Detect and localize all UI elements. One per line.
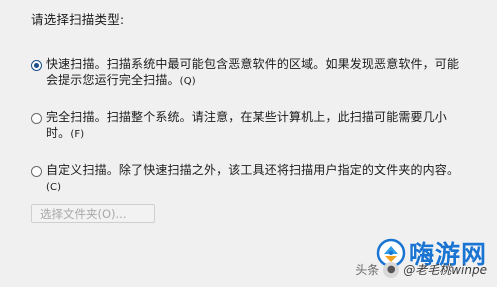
custom-scan-text: 自定义扫描。除了快速扫描之外，该工具还将扫描用户指定的文件夹的内容。 — [46, 163, 460, 177]
watermark-avatar-icon: ● — [383, 261, 400, 278]
custom-scan-option[interactable]: 自定义扫描。除了快速扫描之外，该工具还将扫描用户指定的文件夹的内容。 (C) — [31, 162, 471, 196]
custom-scan-radio[interactable] — [31, 166, 42, 177]
watermark-author: @老毛桃winpe — [403, 263, 487, 277]
quick-scan-label[interactable]: 快速扫描。扫描系统中最可能包含恶意软件的区域。如果发现恶意软件，可能会提示您运行… — [46, 56, 471, 90]
custom-scan-label[interactable]: 自定义扫描。除了快速扫描之外，该工具还将扫描用户指定的文件夹的内容。 (C) — [46, 162, 471, 196]
watermark-source: 头条 — [355, 263, 380, 277]
select-folder-button: 选择文件夹(O)... — [31, 204, 155, 223]
quick-scan-radio[interactable] — [31, 60, 42, 71]
full-scan-label[interactable]: 完全扫描。扫描整个系统。请注意，在某些计算机上，此扫描可能需要几小时。(F) — [46, 109, 471, 143]
full-scan-radio[interactable] — [31, 113, 42, 124]
watermark: 头条 ● @老毛桃winpe — [355, 261, 487, 278]
quick-scan-option[interactable]: 快速扫描。扫描系统中最可能包含恶意软件的区域。如果发现恶意软件，可能会提示您运行… — [31, 56, 471, 90]
custom-scan-accel: (C) — [46, 182, 62, 193]
full-scan-accel: (F) — [70, 129, 85, 140]
full-scan-text: 完全扫描。扫描整个系统。请注意，在某些计算机上，此扫描可能需要几小时。 — [46, 110, 447, 140]
full-scan-option[interactable]: 完全扫描。扫描整个系统。请注意，在某些计算机上，此扫描可能需要几小时。(F) — [31, 109, 471, 143]
quick-scan-text: 快速扫描。扫描系统中最可能包含恶意软件的区域。如果发现恶意软件，可能会提示您运行… — [46, 57, 460, 87]
quick-scan-accel: (Q) — [179, 76, 196, 87]
scan-type-heading: 请选择扫描类型: — [31, 12, 125, 27]
